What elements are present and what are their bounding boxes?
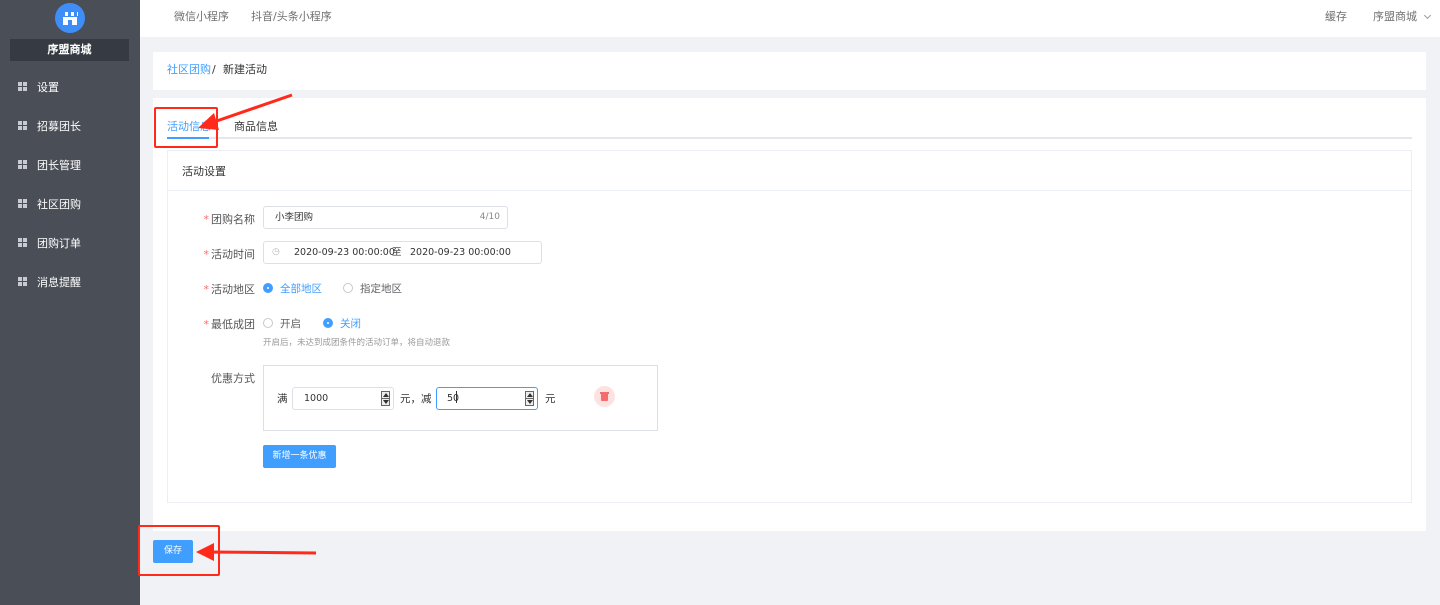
nav-douyin-miniprogram[interactable]: 抖音/头条小程序 xyxy=(251,0,332,34)
shop-name: 序盟商城 xyxy=(10,39,129,61)
grid-icon xyxy=(18,277,27,286)
radio-specified-regions-label[interactable]: 指定地区 xyxy=(360,281,402,296)
grid-icon xyxy=(18,238,27,247)
trash-icon[interactable] xyxy=(594,386,615,407)
add-discount-button[interactable]: 新增一条优惠 xyxy=(263,445,336,468)
clock-icon: ◷ xyxy=(272,247,280,257)
annotation-highlight-tab xyxy=(154,107,218,148)
grid-icon xyxy=(18,160,27,169)
section-title: 活动设置 xyxy=(182,165,226,178)
text-cursor xyxy=(456,391,457,403)
end-time[interactable]: 2020-09-23 00:00:00 xyxy=(410,242,511,263)
radio-min-group-off[interactable] xyxy=(323,318,333,328)
sidebar-item-orders[interactable]: 团购订单 xyxy=(0,224,140,263)
sidebar: 序盟商城 设置 招募团长 团长管理 社区团购 团购订单 消息提醒 xyxy=(0,0,140,605)
number-stepper[interactable] xyxy=(525,391,534,406)
full-amount-input[interactable]: 1000 xyxy=(292,387,394,410)
label-discount: 优惠方式 xyxy=(211,372,255,385)
group-name-input[interactable]: 小李团购 4/10 xyxy=(263,206,508,229)
tab-product-info[interactable]: 商品信息 xyxy=(234,118,278,134)
label-min-group: * 最低成团 xyxy=(203,318,256,331)
sidebar-item-label: 团长管理 xyxy=(37,159,81,172)
label-group-name: * 团购名称 xyxy=(203,213,256,226)
discount-prefix: 满 xyxy=(277,393,288,405)
sidebar-item-messages[interactable]: 消息提醒 xyxy=(0,263,140,302)
minus-amount-input[interactable]: 50 xyxy=(436,387,538,410)
logo-area: 序盟商城 xyxy=(0,0,140,68)
user-menu[interactable]: 序盟商城 xyxy=(1373,0,1417,34)
discount-suffix: 元 xyxy=(545,393,556,405)
discount-mid-text: 元，减 xyxy=(400,393,432,405)
cache-link[interactable]: 缓存 xyxy=(1325,0,1347,34)
breadcrumb-separator: / xyxy=(212,63,216,76)
breadcrumb: 社区团购 / 新建活动 xyxy=(153,52,1426,90)
grid-icon xyxy=(18,121,27,130)
sidebar-item-label: 团购订单 xyxy=(37,237,81,250)
start-time[interactable]: 2020-09-23 00:00:00 xyxy=(294,242,395,263)
grid-icon xyxy=(18,82,27,91)
min-group-hint: 开启后，未达到成团条件的活动订单，将自动退款 xyxy=(263,338,451,348)
breadcrumb-parent[interactable]: 社区团购 xyxy=(167,52,211,88)
sidebar-item-label: 社区团购 xyxy=(37,198,81,211)
char-counter: 4/10 xyxy=(479,212,500,222)
radio-all-regions-label[interactable]: 全部地区 xyxy=(280,281,322,296)
radio-min-group-on[interactable] xyxy=(263,318,273,328)
main-card: 活动信息 商品信息 活动设置 xyxy=(153,98,1426,531)
range-separator: 至 xyxy=(392,247,402,258)
store-logo-icon xyxy=(55,3,85,33)
radio-min-group-off-label[interactable]: 关闭 xyxy=(340,316,361,331)
tab-divider xyxy=(167,137,1412,139)
chevron-down-icon[interactable] xyxy=(1423,11,1432,20)
sidebar-item-label: 招募团长 xyxy=(37,120,81,133)
radio-min-group-on-label[interactable]: 开启 xyxy=(280,316,301,331)
label-activity-time: * 活动时间 xyxy=(203,248,256,261)
number-stepper[interactable] xyxy=(381,391,390,406)
top-bar: 微信小程序 抖音/头条小程序 缓存 序盟商城 xyxy=(140,0,1440,37)
breadcrumb-current: 新建活动 xyxy=(223,63,267,76)
nav-wechat-miniprogram[interactable]: 微信小程序 xyxy=(174,0,229,34)
grid-icon xyxy=(18,199,27,208)
activity-time-range[interactable]: ◷ 2020-09-23 00:00:00 至 2020-09-23 00:00… xyxy=(263,241,542,264)
radio-specified-regions[interactable] xyxy=(343,283,353,293)
sidebar-item-label: 消息提醒 xyxy=(37,276,81,289)
sidebar-item-group-buy[interactable]: 社区团购 xyxy=(0,185,140,224)
annotation-highlight-save xyxy=(138,525,220,576)
radio-all-regions[interactable] xyxy=(263,283,273,293)
sidebar-item-label: 设置 xyxy=(37,81,59,94)
sidebar-item-recruit[interactable]: 招募团长 xyxy=(0,107,140,146)
sidebar-item-leaders[interactable]: 团长管理 xyxy=(0,146,140,185)
panel-header: 活动设置 xyxy=(168,151,1411,191)
label-activity-region: * 活动地区 xyxy=(203,283,256,296)
sidebar-item-settings[interactable]: 设置 xyxy=(0,68,140,107)
